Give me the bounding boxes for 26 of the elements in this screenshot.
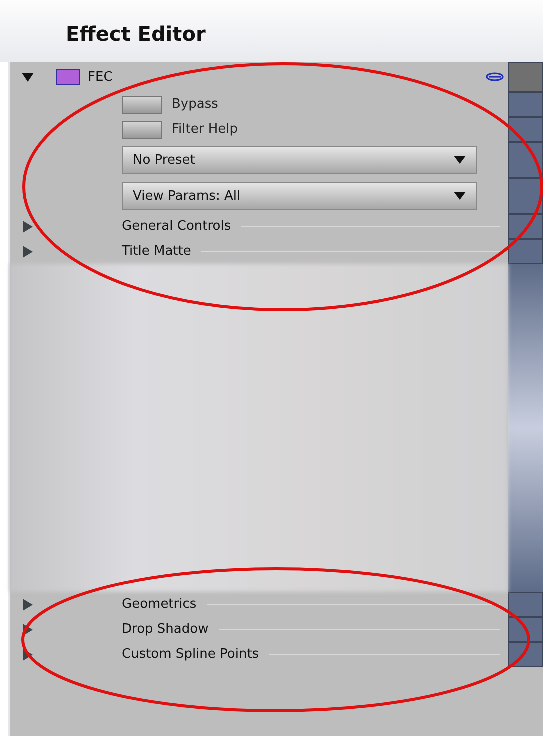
dropdown[interactable]: View Params: All <box>122 182 477 210</box>
window-title: Effect Editor <box>66 22 206 46</box>
link-icon[interactable] <box>486 72 504 82</box>
section-label: General Controls <box>122 219 232 234</box>
toggle-button[interactable] <box>122 96 162 114</box>
timeline-track <box>508 62 543 92</box>
section-label: Custom Spline Points <box>122 647 260 662</box>
effect-name: FEC <box>88 70 113 84</box>
expand-triangle-icon[interactable] <box>22 220 34 232</box>
timeline-track <box>508 617 543 642</box>
collapse-triangle-icon[interactable] <box>22 71 34 83</box>
section-label: Drop Shadow <box>122 622 209 637</box>
expand-triangle-icon[interactable] <box>22 246 34 258</box>
effect-icon <box>56 69 80 85</box>
expand-triangle-icon[interactable] <box>22 648 34 660</box>
dropdown-arrow-icon <box>454 192 466 200</box>
toggle-button[interactable] <box>122 120 162 138</box>
button-label: Filter Help <box>172 122 238 137</box>
timeline-track <box>508 92 543 117</box>
dropdown[interactable]: No Preset <box>122 146 477 174</box>
section-label: Title Matte <box>122 244 192 259</box>
dropdown-arrow-icon <box>454 156 466 164</box>
button-label: Bypass <box>172 97 218 112</box>
expand-triangle-icon[interactable] <box>22 598 34 610</box>
section-label: Geometrics <box>122 597 197 612</box>
expand-triangle-icon[interactable] <box>22 624 34 636</box>
